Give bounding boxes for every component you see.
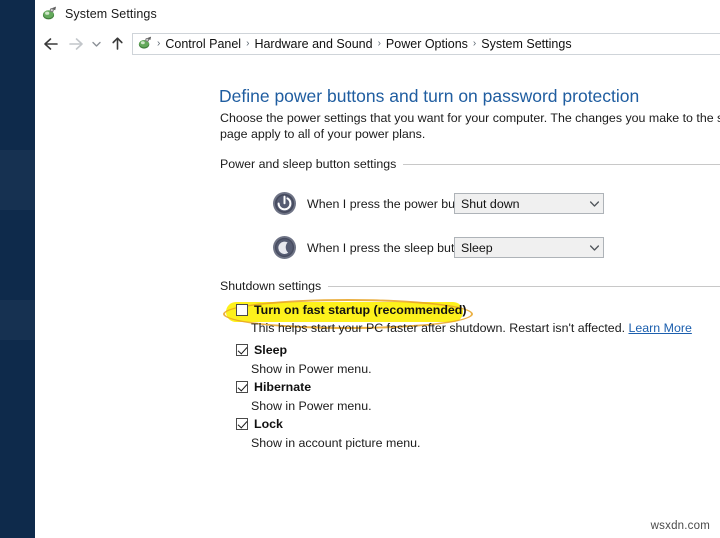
- breadcrumb-separator: ›: [376, 38, 383, 49]
- checkbox-row-lock[interactable]: Lock: [236, 418, 283, 431]
- back-arrow-icon[interactable]: [39, 32, 63, 56]
- sleep-button-icon: [272, 235, 297, 260]
- power-button-action-value: Shut down: [461, 197, 586, 211]
- checkbox-row-fast-startup[interactable]: Turn on fast startup (recommended): [236, 304, 467, 317]
- checkbox-row-hibernate[interactable]: Hibernate: [236, 381, 311, 394]
- up-arrow-icon[interactable]: [105, 32, 129, 56]
- chevron-down-icon[interactable]: [586, 200, 603, 208]
- breadcrumb-control-panel-icon[interactable]: [137, 36, 153, 51]
- chevron-down-icon[interactable]: [586, 244, 603, 252]
- window-title: System Settings: [65, 7, 157, 21]
- group-header-rule: [403, 164, 720, 165]
- sleep-button-action-dropdown[interactable]: Sleep: [454, 237, 604, 258]
- sleep-button-action-value: Sleep: [461, 241, 586, 255]
- breadcrumb-item-control-panel[interactable]: Control Panel: [162, 37, 244, 51]
- power-button-action-dropdown[interactable]: Shut down: [454, 193, 604, 214]
- breadcrumb-separator: ›: [471, 38, 478, 49]
- breadcrumb[interactable]: › Control Panel › Hardware and Sound › P…: [132, 33, 720, 55]
- group-header-rule: [328, 286, 720, 287]
- hibernate-option-label: Hibernate: [254, 381, 311, 394]
- setting-label-sleep-button: When I press the sleep button:: [307, 241, 475, 255]
- breadcrumb-item-hardware-and-sound[interactable]: Hardware and Sound: [251, 37, 375, 51]
- page-content: Define power buttons and turn on passwor…: [35, 59, 720, 538]
- breadcrumb-separator: ›: [155, 38, 162, 49]
- fast-startup-checkbox[interactable]: [236, 304, 248, 316]
- hibernate-option-description: Show in Power menu.: [251, 399, 372, 413]
- sleep-checkbox[interactable]: [236, 344, 248, 356]
- chevron-down-icon[interactable]: [87, 32, 105, 56]
- fast-startup-description-text: This helps start your PC faster after sh…: [251, 321, 625, 335]
- breadcrumb-separator: ›: [244, 38, 251, 49]
- breadcrumb-item-system-settings[interactable]: System Settings: [478, 37, 574, 51]
- group-header-label: Shutdown settings: [220, 279, 321, 293]
- setting-row-sleep-button: When I press the sleep button:: [272, 235, 475, 260]
- learn-more-link[interactable]: Learn More: [628, 321, 691, 335]
- forward-arrow-icon: [63, 32, 87, 56]
- power-button-icon: [272, 191, 297, 216]
- page-title: Define power buttons and turn on passwor…: [219, 86, 639, 107]
- group-header-shutdown: Shutdown settings: [220, 279, 720, 293]
- lock-option-label: Lock: [254, 418, 283, 431]
- fast-startup-label: Turn on fast startup (recommended): [254, 304, 467, 317]
- group-header-power-sleep: Power and sleep button settings: [220, 157, 720, 171]
- lock-option-description: Show in account picture menu.: [251, 436, 420, 450]
- navigation-toolbar: › Control Panel › Hardware and Sound › P…: [35, 28, 720, 59]
- screenshot-root: System Settings: [0, 0, 720, 538]
- checkbox-row-sleep[interactable]: Sleep: [236, 344, 287, 357]
- setting-row-power-button: When I press the power button:: [272, 191, 479, 216]
- group-header-label: Power and sleep button settings: [220, 157, 396, 171]
- sleep-option-description: Show in Power menu.: [251, 362, 372, 376]
- desktop-background: [0, 0, 35, 538]
- system-settings-window: System Settings: [35, 0, 720, 538]
- hibernate-checkbox[interactable]: [236, 381, 248, 393]
- sleep-option-label: Sleep: [254, 344, 287, 357]
- lock-checkbox[interactable]: [236, 418, 248, 430]
- page-description: Choose the power settings that you want …: [220, 111, 720, 142]
- window-titlebar: System Settings: [35, 0, 720, 28]
- watermark: wsxdn.com: [651, 520, 710, 532]
- breadcrumb-item-power-options[interactable]: Power Options: [383, 37, 471, 51]
- fast-startup-description: This helps start your PC faster after sh…: [251, 321, 692, 335]
- control-panel-icon: [41, 6, 58, 22]
